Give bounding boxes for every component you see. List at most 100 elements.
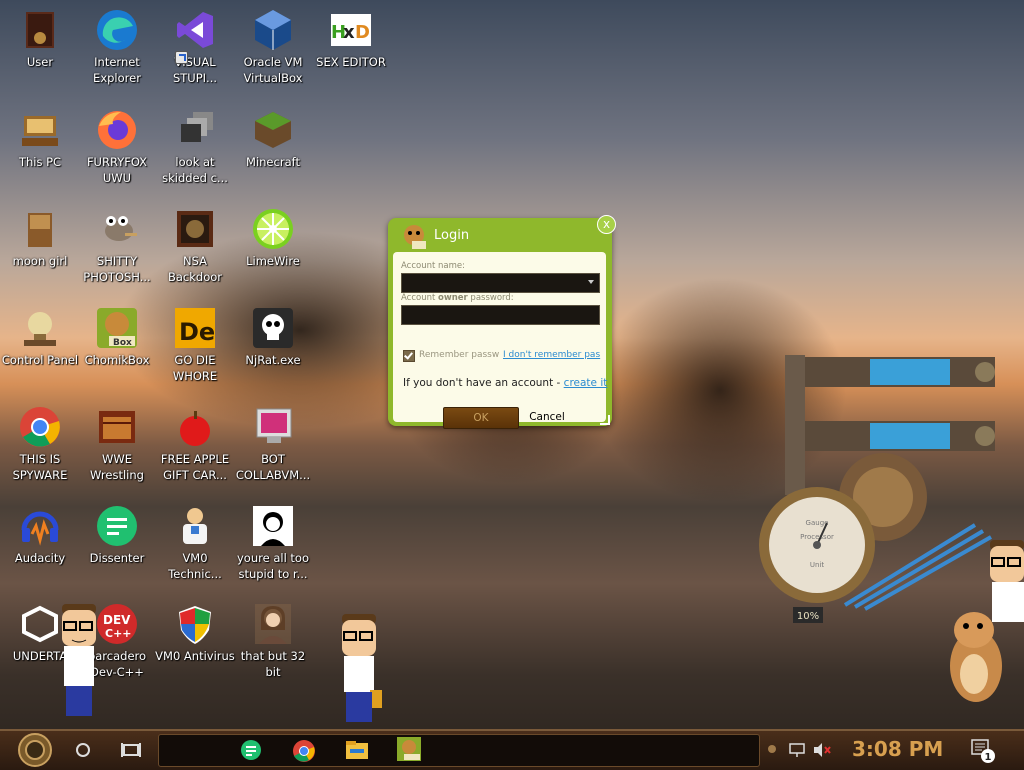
icon-label: WWE Wrestling (90, 452, 144, 482)
svg-text:De: De (179, 318, 215, 346)
desktop-icon-dissenter[interactable]: Dissenter (77, 500, 157, 566)
shield-icon (173, 602, 217, 646)
chrome-icon (18, 405, 62, 449)
gauge-face-mid: Processor (800, 533, 834, 541)
start-button[interactable] (12, 732, 58, 768)
desktop-icon-nsa-backdoor[interactable]: NSA Backdoor (155, 203, 235, 285)
search-circle-icon[interactable] (74, 741, 92, 759)
desktop-icon-chrome[interactable]: THIS IS SPYWARE (0, 401, 80, 483)
file-explorer-icon[interactable] (345, 739, 369, 761)
taskbar: 3:08 PM 1 (0, 729, 1024, 770)
icon-label: moon girl (12, 254, 68, 268)
account-name-label: Account name: (401, 261, 465, 271)
desktop-icon-vm0-technic[interactable]: VM0 Technic... (155, 500, 235, 582)
firefox-icon (95, 108, 139, 152)
gimp-icon (95, 207, 139, 251)
icon-label: This PC (18, 155, 62, 169)
desktop-icon-free-apple[interactable]: FREE APPLE GIFT CAR... (155, 401, 235, 483)
cartoon-character-left (62, 604, 96, 716)
icon-label: ChomikBox (84, 353, 150, 367)
icon-label: Minecraft (246, 155, 300, 169)
remember-password-checkbox[interactable] (403, 350, 415, 362)
password-field[interactable] (401, 305, 600, 325)
desktop-icon-minecraft[interactable]: Minecraft (233, 104, 313, 170)
portrait-lady-icon (251, 602, 295, 646)
shortcut-windows-icon (173, 108, 217, 152)
desktop-icon-gimp[interactable]: SHITTY PHOTOSH... (77, 203, 157, 285)
this-pc-icon (18, 108, 62, 152)
dissenter-icon (95, 504, 139, 548)
hex-editor-icon: HxD (329, 8, 373, 52)
volume-muted-icon[interactable] (812, 741, 832, 759)
desktop-icon-audacity[interactable]: Audacity (0, 500, 80, 566)
visual-studio-icon (173, 8, 217, 52)
user-folder-icon (18, 8, 62, 52)
resize-grip-icon[interactable] (600, 415, 610, 425)
gauge-percent: 10% (797, 611, 819, 622)
control-panel-icon (18, 306, 62, 350)
network-icon[interactable] (788, 741, 806, 759)
icon-label: Audacity (14, 551, 66, 565)
svg-text:C++: C++ (105, 627, 132, 640)
desktop-icon-wwe-wrestling[interactable]: WWE Wrestling (77, 401, 157, 483)
desktop-icon-moon-girl[interactable]: moon girl (0, 203, 80, 269)
cancel-button[interactable]: Cancel (496, 407, 598, 427)
desktop-icon-chomikbox[interactable]: Box ChomikBox (77, 302, 157, 368)
desktop-icon-this-pc[interactable]: This PC (0, 104, 80, 170)
desktop-icon-firefox[interactable]: FURRYFOX UWU (77, 104, 157, 186)
chrome-taskbar-icon[interactable] (292, 739, 316, 763)
desktop-icon-visual-studio[interactable]: VISUAL STUPI... (155, 4, 235, 86)
desktop-icon-user[interactable]: User (0, 4, 80, 70)
desktop-icon-control-panel[interactable]: Control Panel (0, 302, 80, 368)
svg-text:DEV: DEV (103, 613, 131, 627)
icon-label: BOT COLLABVM... (235, 452, 311, 482)
desktop-icon-njrat[interactable]: NjRat.exe (233, 302, 313, 368)
desktop-icon-youre-all-too-stupid[interactable]: youre all too stupid to r... (233, 500, 313, 582)
cartoon-character-center (342, 614, 382, 722)
minecraft-icon (251, 108, 295, 152)
dissenter-taskbar-icon[interactable] (240, 739, 262, 761)
desktop-icon-vm0-antivirus[interactable]: VM0 Antivirus (155, 598, 235, 664)
desktop-icon-look-at-skidded[interactable]: look at skidded c... (155, 104, 235, 186)
icon-label: Oracle VM VirtualBox (243, 55, 303, 85)
desktop-icon-internet-explorer[interactable]: Internet Explorer (77, 4, 157, 86)
icon-label: Control Panel (1, 353, 79, 367)
icon-label: Dissenter (89, 551, 145, 565)
desktop-icon-virtualbox[interactable]: Oracle VM VirtualBox (233, 4, 313, 86)
account-name-dropdown[interactable] (401, 273, 600, 293)
desktop-icon-go-die[interactable]: De GO DIE WHORE (155, 302, 235, 384)
icon-label: VISUAL STUPI... (172, 55, 218, 85)
chevron-down-icon[interactable] (588, 280, 594, 284)
login-dialog: Login x Account name: Account owner pass… (388, 215, 616, 429)
desktop-icon-hex-editor[interactable]: HxD SEX EDITOR (311, 4, 391, 70)
svg-text:x: x (343, 22, 355, 43)
taskbar-clock[interactable]: 3:08 PM (852, 737, 943, 761)
limewire-icon (251, 207, 295, 251)
chomikbox-taskbar-icon[interactable] (396, 736, 422, 762)
no-account-text: If you don't have an account - create it (403, 377, 608, 389)
create-account-link[interactable]: create it (564, 377, 608, 389)
desktop-icon-limewire[interactable]: LimeWire (233, 203, 313, 269)
icon-label: User (26, 55, 54, 69)
icon-label: NjRat.exe (245, 353, 301, 367)
desktop-icon-that-but-32-bit[interactable]: that but 32 bit (233, 598, 313, 680)
task-view-icon[interactable] (120, 739, 142, 761)
icon-label: VM0 Technic... (168, 551, 222, 581)
chomikbox-icon: Box (95, 306, 139, 350)
shortcut-arrow-icon (175, 51, 188, 64)
remember-password-label: Remember passw (419, 350, 500, 360)
svg-text:D: D (355, 22, 370, 43)
desktop-icon-bot-collabvm[interactable]: BOT COLLABVM... (233, 401, 313, 483)
icon-label: that but 32 bit (240, 649, 306, 679)
gauge-face-unit: Unit (810, 561, 825, 569)
tray-expand-icon[interactable] (766, 743, 778, 755)
close-button[interactable]: x (597, 215, 616, 234)
steampunk-gauge-widget: Gauge Processor Unit 10% (759, 355, 995, 623)
technician-icon (173, 504, 217, 548)
notification-center-icon[interactable]: 1 (970, 738, 996, 764)
forgot-password-link[interactable]: I don't remember pas (503, 350, 605, 360)
icon-label: SEX EDITOR (316, 55, 386, 69)
svg-text:Box: Box (113, 338, 132, 348)
moon-girl-icon (18, 207, 62, 251)
account-owner-password-label: Account owner password: (401, 293, 514, 303)
